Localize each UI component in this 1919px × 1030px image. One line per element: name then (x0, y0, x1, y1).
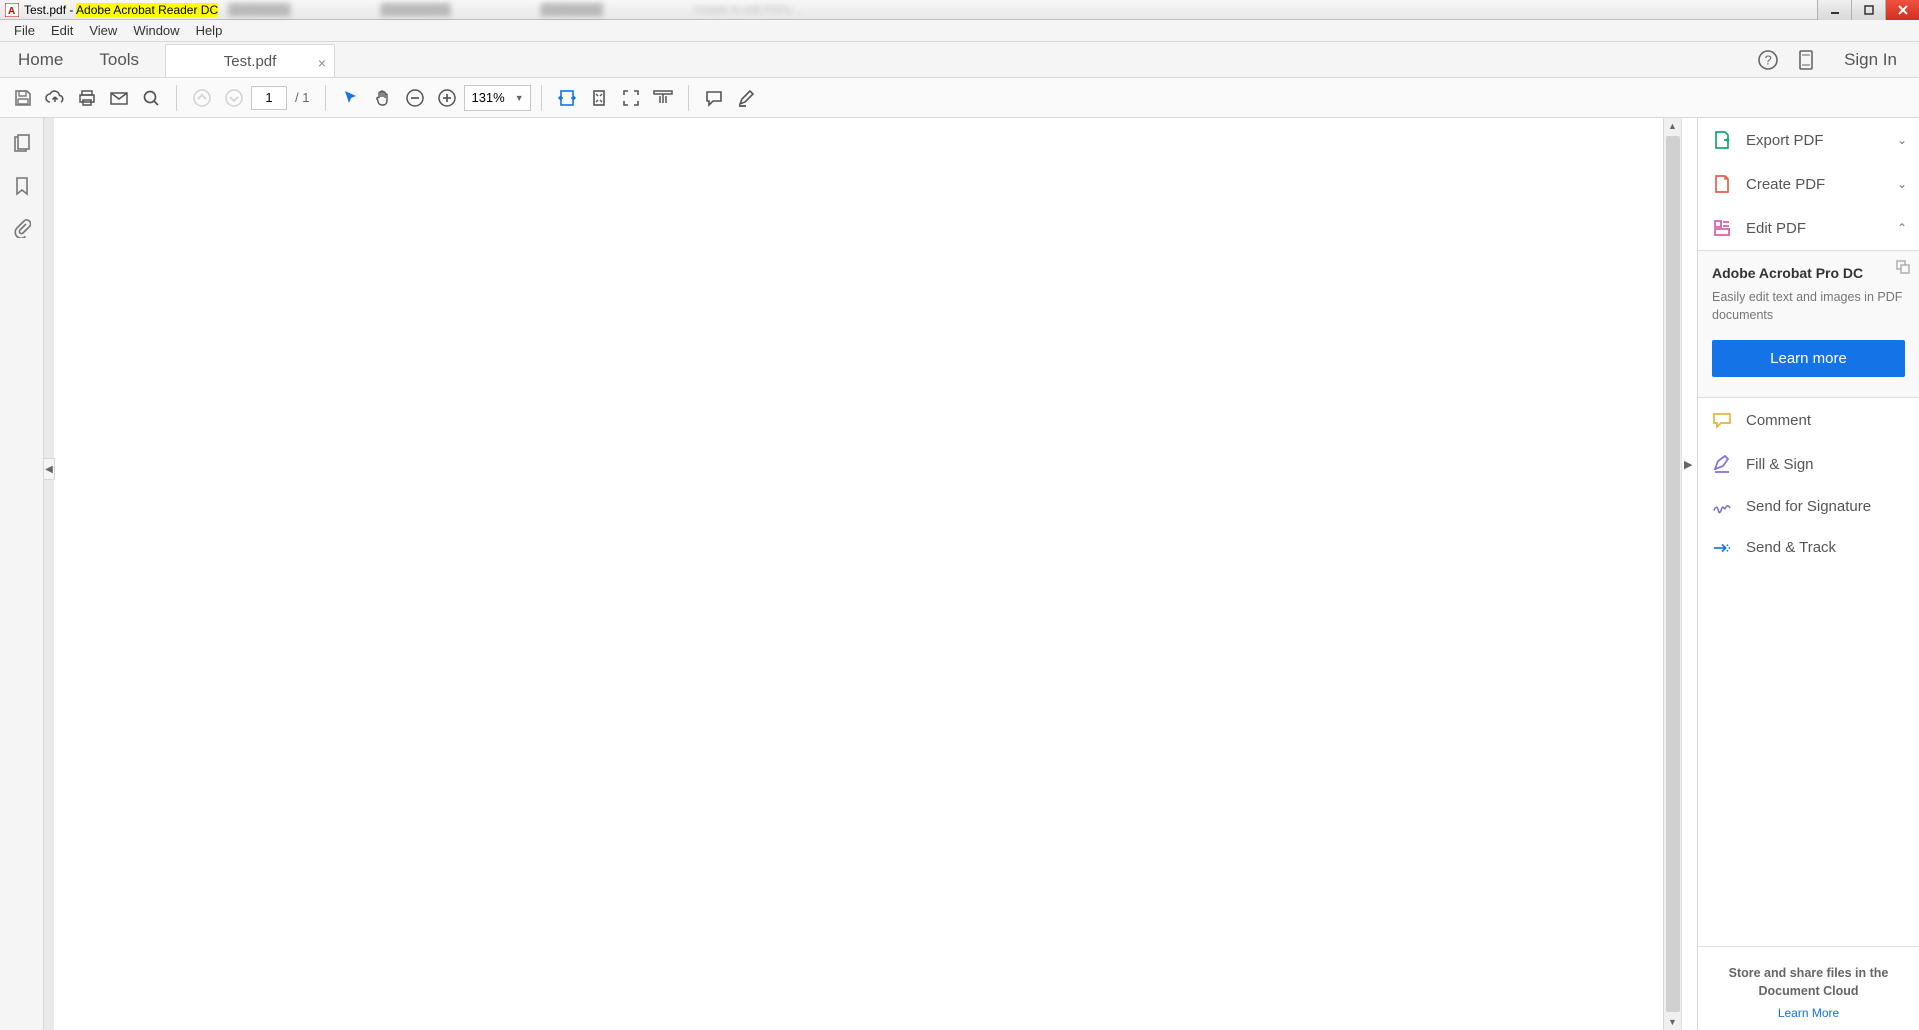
create-pdf-label: Create PDF (1746, 176, 1825, 193)
zoom-in-icon[interactable] (432, 83, 462, 113)
close-button[interactable] (1885, 0, 1919, 20)
cloud-promo-text: Store and share files in the Document Cl… (1712, 965, 1905, 1000)
separator (541, 85, 542, 111)
fit-page-icon[interactable] (584, 83, 614, 113)
background-browser-tabs: █████████████████████████Unable to edit … (228, 4, 802, 16)
cloud-promo: Store and share files in the Document Cl… (1698, 946, 1919, 1030)
app-icon: A (4, 2, 20, 18)
learn-more-button[interactable]: Learn more (1712, 340, 1905, 377)
edit-pdf-icon (1712, 218, 1732, 238)
help-icon[interactable]: ? (1756, 48, 1780, 72)
window-title: Test.pdf - Adobe Acrobat Reader DC (24, 3, 218, 17)
separator (325, 85, 326, 111)
right-panel-gutter: ▶ (1681, 118, 1697, 1030)
page-number-input[interactable] (251, 86, 287, 110)
svg-text:?: ? (1765, 52, 1772, 67)
send-signature-icon (1712, 499, 1732, 515)
send-signature-label: Send for Signature (1746, 498, 1871, 515)
print-icon[interactable] (72, 83, 102, 113)
separator (176, 85, 177, 111)
chevron-down-icon: ⌄ (1897, 177, 1907, 191)
cloud-learn-more-link[interactable]: Learn More (1712, 1006, 1905, 1020)
sign-in-link[interactable]: Sign In (1832, 50, 1909, 70)
read-mode-icon[interactable] (648, 83, 678, 113)
send-track-tool[interactable]: Send & Track (1698, 527, 1919, 568)
pdf-page (54, 118, 1663, 1030)
send-signature-tool[interactable]: Send for Signature (1698, 486, 1919, 527)
vertical-scrollbar[interactable]: ▲ ▼ (1663, 118, 1681, 1030)
export-pdf-tool[interactable]: Export PDF ⌄ (1698, 118, 1919, 162)
right-panel-toggle[interactable]: ▶ (1684, 458, 1692, 471)
edit-pdf-tool[interactable]: Edit PDF ⌃ (1698, 206, 1919, 250)
selection-tool-icon[interactable] (336, 83, 366, 113)
toolbar: / 1 131% ▼ (0, 78, 1919, 118)
left-panel-toggle[interactable]: ◀ (43, 458, 55, 480)
mobile-link-icon[interactable] (1794, 48, 1818, 72)
save-icon[interactable] (8, 83, 38, 113)
comment-icon[interactable] (699, 83, 729, 113)
scroll-thumb[interactable] (1666, 136, 1680, 1012)
menu-window[interactable]: Window (125, 21, 187, 40)
chevron-down-icon: ⌄ (1897, 133, 1907, 147)
separator (688, 85, 689, 111)
thumbnails-icon[interactable] (10, 132, 34, 156)
chevron-down-icon: ▼ (515, 93, 524, 103)
link-out-icon[interactable] (1895, 259, 1911, 275)
edit-pdf-label: Edit PDF (1746, 220, 1806, 237)
export-pdf-label: Export PDF (1746, 132, 1824, 149)
title-bar: A Test.pdf - Adobe Acrobat Reader DC ███… (0, 0, 1919, 20)
scroll-down-icon[interactable]: ▼ (1664, 1014, 1681, 1030)
home-link[interactable]: Home (0, 42, 81, 77)
bookmark-icon[interactable] (10, 174, 34, 198)
hand-tool-icon[interactable] (368, 83, 398, 113)
zoom-value: 131% (471, 90, 504, 105)
create-pdf-tool[interactable]: Create PDF ⌄ (1698, 162, 1919, 206)
export-pdf-icon (1712, 130, 1732, 150)
zoom-out-icon[interactable] (400, 83, 430, 113)
document-tab-label: Test.pdf (224, 53, 277, 70)
scroll-up-icon[interactable]: ▲ (1664, 118, 1681, 134)
chevron-up-icon: ⌃ (1897, 221, 1907, 235)
right-panel: Export PDF ⌄ Create PDF ⌄ Edit PDF ⌃ Ado… (1697, 118, 1919, 1030)
fill-sign-icon (1712, 454, 1732, 474)
fill-sign-label: Fill & Sign (1746, 456, 1814, 473)
page-total: / 1 (295, 90, 309, 105)
document-viewport[interactable]: ◀ ▲ ▼ (44, 118, 1681, 1030)
send-track-label: Send & Track (1746, 539, 1836, 556)
promo-description: Easily edit text and images in PDF docum… (1712, 289, 1905, 324)
create-pdf-icon (1712, 174, 1732, 194)
menu-file[interactable]: File (6, 21, 43, 40)
promo-title: Adobe Acrobat Pro DC (1712, 265, 1905, 281)
cloud-upload-icon[interactable] (40, 83, 70, 113)
send-track-icon (1712, 541, 1732, 555)
maximize-button[interactable] (1851, 0, 1885, 20)
menu-bar: File Edit View Window Help (0, 20, 1919, 42)
email-icon[interactable] (104, 83, 134, 113)
tab-close-icon[interactable]: × (318, 55, 326, 71)
minimize-button[interactable] (1817, 0, 1851, 20)
comment-tool-icon (1712, 410, 1732, 430)
left-rail (0, 118, 44, 1030)
edit-pdf-promo: Adobe Acrobat Pro DC Easily edit text an… (1698, 250, 1919, 398)
fill-sign-tool[interactable]: Fill & Sign (1698, 442, 1919, 486)
document-tab[interactable]: Test.pdf × (165, 44, 335, 77)
menu-help[interactable]: Help (188, 21, 231, 40)
search-icon[interactable] (136, 83, 166, 113)
fullscreen-icon[interactable] (616, 83, 646, 113)
tools-link[interactable]: Tools (81, 42, 157, 77)
highlight-icon[interactable] (731, 83, 761, 113)
menu-edit[interactable]: Edit (43, 21, 81, 40)
tab-row: Home Tools Test.pdf × ? Sign In (0, 42, 1919, 78)
comment-label: Comment (1746, 412, 1811, 429)
attachment-icon[interactable] (10, 216, 34, 240)
zoom-dropdown[interactable]: 131% ▼ (464, 85, 530, 111)
svg-text:A: A (8, 6, 15, 17)
comment-tool[interactable]: Comment (1698, 398, 1919, 442)
page-up-icon[interactable] (187, 83, 217, 113)
fit-width-icon[interactable] (552, 83, 582, 113)
page-down-icon[interactable] (219, 83, 249, 113)
menu-view[interactable]: View (81, 21, 125, 40)
